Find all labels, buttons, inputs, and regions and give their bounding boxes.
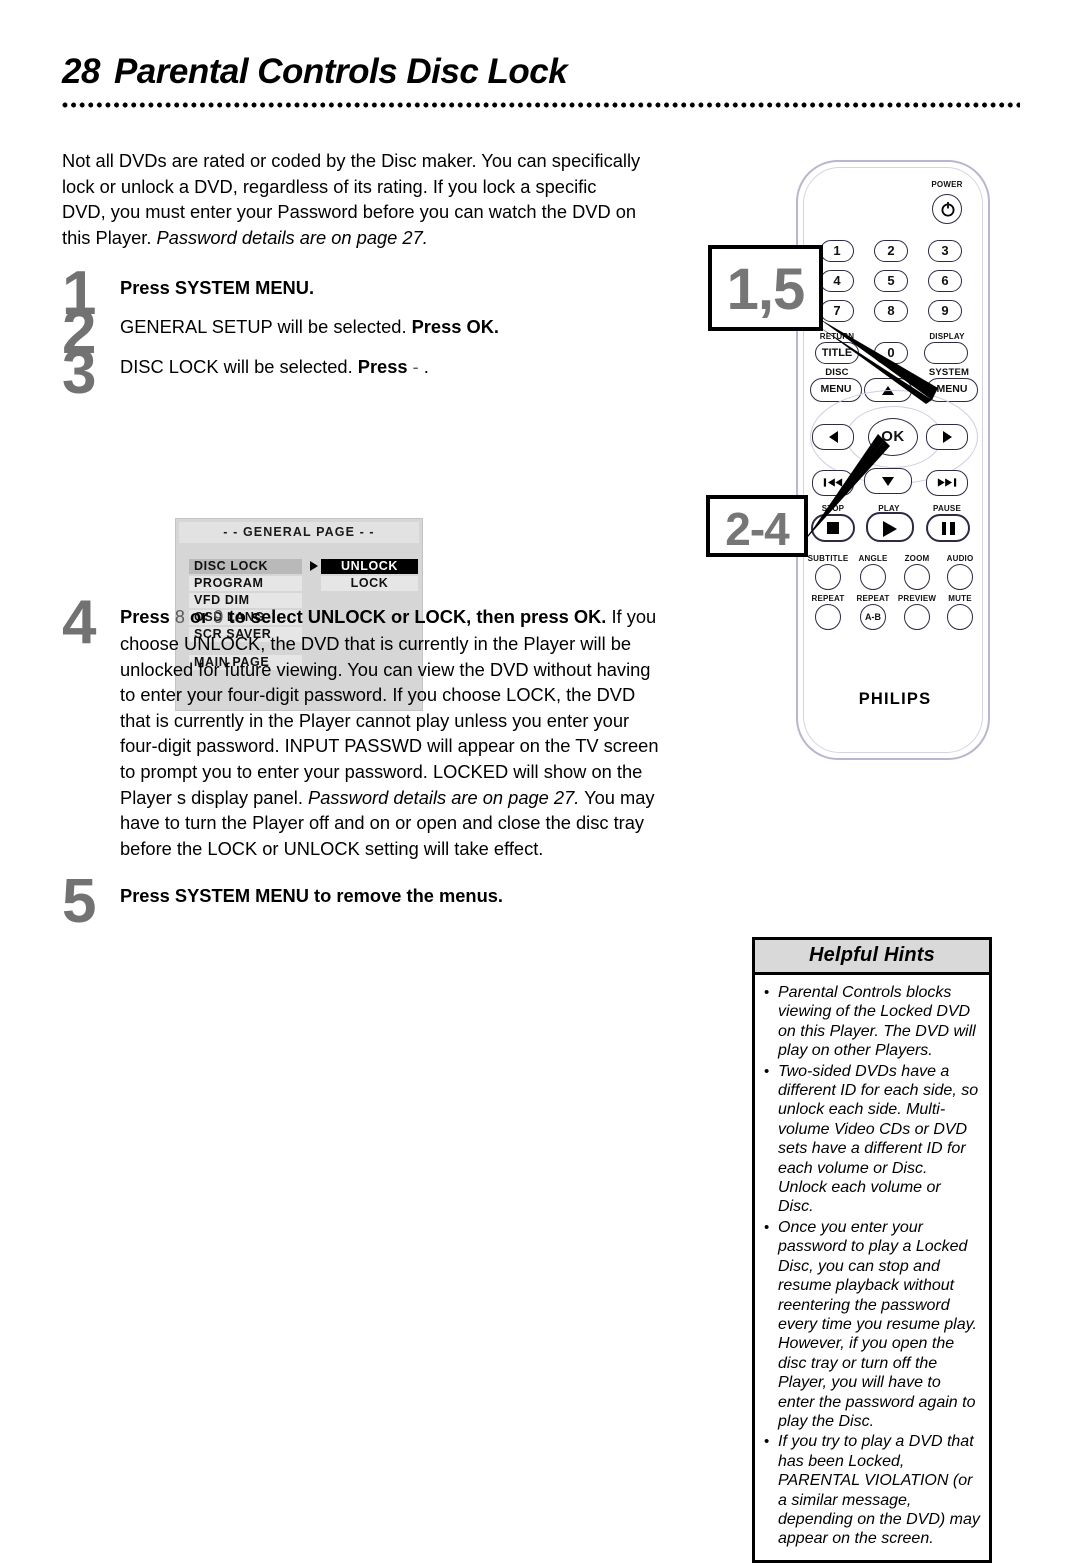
- osd-option-unlock[interactable]: UNLOCK: [321, 559, 418, 574]
- step-3-symbol: -: [412, 356, 419, 377]
- step-1-bold: Press SYSTEM MENU.: [120, 276, 315, 298]
- page-title: 28 Parental Controls Disc Lock: [62, 52, 1022, 92]
- right-arrow-icon: [310, 561, 318, 571]
- intro-italic-note: Password details are on page 27.: [156, 227, 428, 249]
- step-2: 2 GENERAL SETUP will be selected. Press …: [62, 302, 662, 364]
- step-4-heading-b: or: [190, 606, 209, 628]
- step-3-bold: Press: [357, 355, 408, 377]
- main-content-column: Not all DVDs are rated or coded by the D…: [62, 130, 662, 933]
- intro-paragraph: Not all DVDs are rated or coded by the D…: [62, 148, 642, 250]
- step-5-number: 5: [62, 867, 97, 937]
- step-3: 3 DISC LOCK will be selected. Press - .: [62, 341, 662, 403]
- hint-item: Parental Controls blocks viewing of the …: [763, 983, 980, 1061]
- hint-item: If you try to play a DVD that has been L…: [763, 1432, 980, 1548]
- step-5-bold: Press SYSTEM MENU to remove the menus.: [120, 885, 503, 907]
- hint-item: Once you enter your password to play a L…: [763, 1218, 980, 1431]
- osd-item-label: DISC LOCK: [194, 559, 269, 573]
- step-1-body: Press SYSTEM MENU.: [120, 275, 662, 301]
- callout-steps-2-4: 2-4: [706, 495, 808, 557]
- step-1: 1 Press SYSTEM MENU.: [62, 262, 662, 324]
- step-4-heading-a: Press: [120, 606, 170, 628]
- osd-item-label: PROGRAM: [194, 576, 264, 590]
- osd-right-column: UNLOCK LOCK: [321, 559, 418, 593]
- step-3-plain: DISC LOCK will be selected.: [120, 355, 358, 377]
- step-4-body: Press 8 or 9 to select UNLOCK or LOCK, t…: [120, 604, 662, 861]
- hint-item: Two-sided DVDs have a different ID for e…: [763, 1062, 980, 1217]
- helpful-hints-title: Helpful Hints: [755, 940, 989, 975]
- step-3-body: DISC LOCK will be selected. Press - .: [120, 354, 662, 381]
- helpful-hints-box: Helpful Hints Parental Controls blocks v…: [752, 937, 992, 1563]
- step-4-number: 4: [62, 588, 97, 658]
- step-2-plain: GENERAL SETUP will be selected.: [120, 316, 412, 338]
- step-2-bold: Press OK.: [411, 316, 499, 338]
- header-dotted-rule: [62, 102, 1020, 112]
- step-4: 4 Press 8 or 9 to select UNLOCK or LOCK,…: [62, 592, 662, 861]
- page-number: 28: [62, 52, 100, 91]
- osd-item-program[interactable]: PROGRAM: [189, 576, 302, 591]
- helpful-hints-list: Parental Controls blocks viewing of the …: [755, 975, 989, 1560]
- step-4-symbol-1: 8: [174, 607, 185, 628]
- page-header: 28 Parental Controls Disc Lock: [62, 52, 1022, 112]
- osd-title: - - GENERAL PAGE - -: [179, 522, 419, 543]
- step-3-tail: .: [423, 355, 429, 377]
- osd-option-lock[interactable]: LOCK: [321, 576, 418, 591]
- step-4-heading-c: to select UNLOCK or LOCK, then press OK.: [228, 606, 607, 628]
- osd-item-disc-lock[interactable]: DISC LOCK: [189, 559, 318, 574]
- step-5: 5 Press SYSTEM MENU to remove the menus.: [62, 871, 662, 933]
- callout-steps-1-5: 1,5: [708, 245, 823, 331]
- step-2-body: GENERAL SETUP will be selected. Press OK…: [120, 314, 662, 340]
- step-5-body: Press SYSTEM MENU to remove the menus.: [120, 883, 662, 909]
- step-3-number: 3: [62, 337, 97, 407]
- page-title-text: Parental Controls Disc Lock: [113, 52, 568, 91]
- step-4-symbol-2: 9: [213, 607, 224, 628]
- step-4-para-2-italic: Password details are on page 27.: [308, 786, 580, 808]
- remote-control-illustration: POWER 1 2 3 4 5 6 7 8 9 RETURN TITLE 0 D…: [700, 150, 1030, 800]
